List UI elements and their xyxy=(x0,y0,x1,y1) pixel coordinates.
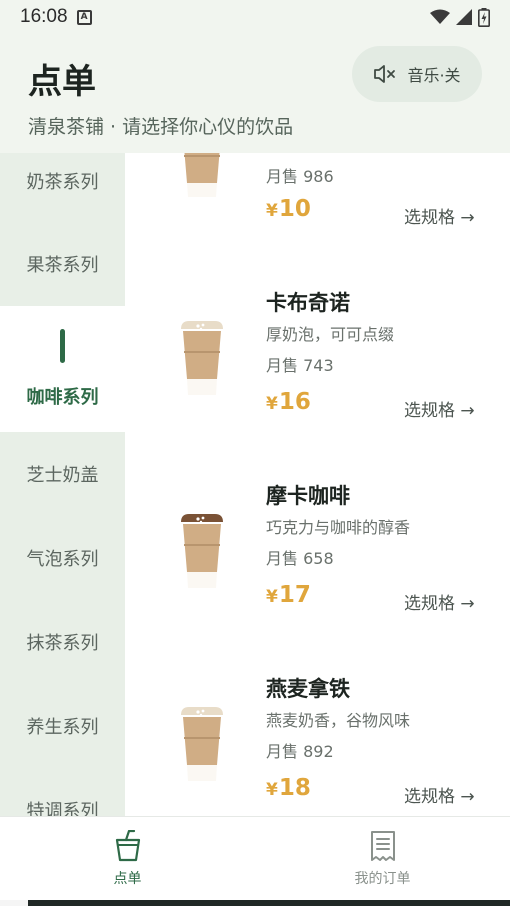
coffee-cup-icon xyxy=(181,707,223,781)
status-time: 16:08 xyxy=(20,6,68,27)
music-toggle-button[interactable]: 音乐·关 xyxy=(352,46,482,102)
nav-tab-order[interactable]: 点单 xyxy=(0,817,255,901)
coffee-cup-icon xyxy=(184,153,220,197)
nav-tab-my-orders[interactable]: 我的订单 xyxy=(255,817,510,901)
item-sales: 月售 986 xyxy=(266,167,334,186)
select-spec-button[interactable]: 选规格 → xyxy=(404,396,475,421)
item-price: ¥17 xyxy=(266,582,311,608)
sidebar-item-matcha[interactable]: 抹茶系列 xyxy=(0,600,125,684)
sidebar-item-label: 气泡系列 xyxy=(26,549,99,570)
item-price: ¥16 xyxy=(266,389,311,415)
sidebar-item-milk-tea[interactable]: 奶茶系列 xyxy=(0,153,125,208)
sidebar-item-wellness[interactable]: 养生系列 xyxy=(0,684,125,768)
sidebar-item-fruit-tea[interactable]: 果茶系列 xyxy=(0,222,125,306)
sidebar-item-label: 咖啡系列 xyxy=(26,387,99,408)
status-indicators xyxy=(430,7,490,27)
nav-tab-label: 点单 xyxy=(113,871,142,887)
sidebar-item-label: 奶茶系列 xyxy=(26,171,99,193)
item-price: ¥10 xyxy=(266,196,311,222)
sidebar-item-label: 特调系列 xyxy=(26,801,99,816)
item-name: 燕麦拿铁 xyxy=(266,677,350,701)
coffee-cup-icon xyxy=(181,514,223,588)
music-toggle-label: 音乐·关 xyxy=(407,66,461,85)
battery-icon xyxy=(478,7,490,27)
bottom-nav: 点单 我的订单 xyxy=(0,816,510,900)
wifi-icon xyxy=(430,9,450,24)
item-name: 摩卡咖啡 xyxy=(266,484,350,508)
category-sidebar: 奶茶系列 果茶系列 咖啡系列 芝士奶盖 气泡系列 抹茶系列 养生系列 特调系列 xyxy=(0,153,125,816)
sidebar-item-cheese-foam[interactable]: 芝士奶盖 xyxy=(0,432,125,516)
item-description: 厚奶泡，可可点缀 xyxy=(266,325,395,344)
sidebar-item-special[interactable]: 特调系列 xyxy=(0,768,125,816)
item-sales: 月售 892 xyxy=(266,742,334,761)
nav-tab-label: 我的订单 xyxy=(354,871,411,887)
page-title: 点单 xyxy=(28,62,96,102)
menu-item[interactable]: 摩卡咖啡 巧克力与咖啡的醇香 月售 658 ¥17 选规格 → xyxy=(125,474,510,664)
menu-item[interactable]: 燕麦拿铁 燕麦奶香，谷物风味 月售 892 ¥18 选规格 → xyxy=(125,667,510,816)
notification-icon: A xyxy=(76,9,92,25)
system-gesture-bar xyxy=(0,900,510,906)
header: 点单 清泉茶铺 · 请选择你心仪的饮品 音乐·关 xyxy=(0,34,510,153)
item-sales: 月售 658 xyxy=(266,549,334,568)
sidebar-item-label: 芝士奶盖 xyxy=(26,465,99,486)
signal-icon xyxy=(456,9,472,25)
item-sales: 月售 743 xyxy=(266,356,334,375)
item-description: 燕麦奶香，谷物风味 xyxy=(266,711,411,730)
coffee-cup-icon xyxy=(181,321,223,395)
sidebar-item-label: 养生系列 xyxy=(26,717,99,738)
select-spec-button[interactable]: 选规格 → xyxy=(404,589,475,614)
select-spec-button[interactable]: 选规格 → xyxy=(404,782,475,807)
menu-item[interactable]: 卡布奇诺 厚奶泡，可可点缀 月售 743 ¥16 选规格 → xyxy=(125,281,510,471)
receipt-icon xyxy=(370,831,395,861)
active-indicator xyxy=(60,329,65,363)
item-price: ¥18 xyxy=(266,775,311,801)
menu-item[interactable]: 月售 986 ¥10 选规格 → xyxy=(125,153,510,257)
sidebar-item-coffee[interactable]: 咖啡系列 xyxy=(0,306,125,432)
shop-subtitle: 清泉茶铺 · 请选择你心仪的饮品 xyxy=(28,116,294,138)
menu-list: 月售 986 ¥10 选规格 → 卡布奇诺 厚奶泡，可可点缀 月售 743 ¥1… xyxy=(125,153,510,816)
item-name: 卡布奇诺 xyxy=(266,291,350,315)
item-description: 巧克力与咖啡的醇香 xyxy=(266,518,411,537)
cup-icon xyxy=(115,830,140,862)
status-bar: 16:08 A xyxy=(0,0,510,34)
sidebar-item-label: 果茶系列 xyxy=(26,255,99,276)
speaker-muted-icon xyxy=(374,65,396,83)
sidebar-item-sparkling[interactable]: 气泡系列 xyxy=(0,516,125,600)
select-spec-button[interactable]: 选规格 → xyxy=(404,203,475,228)
sidebar-item-label: 抹茶系列 xyxy=(26,633,99,654)
